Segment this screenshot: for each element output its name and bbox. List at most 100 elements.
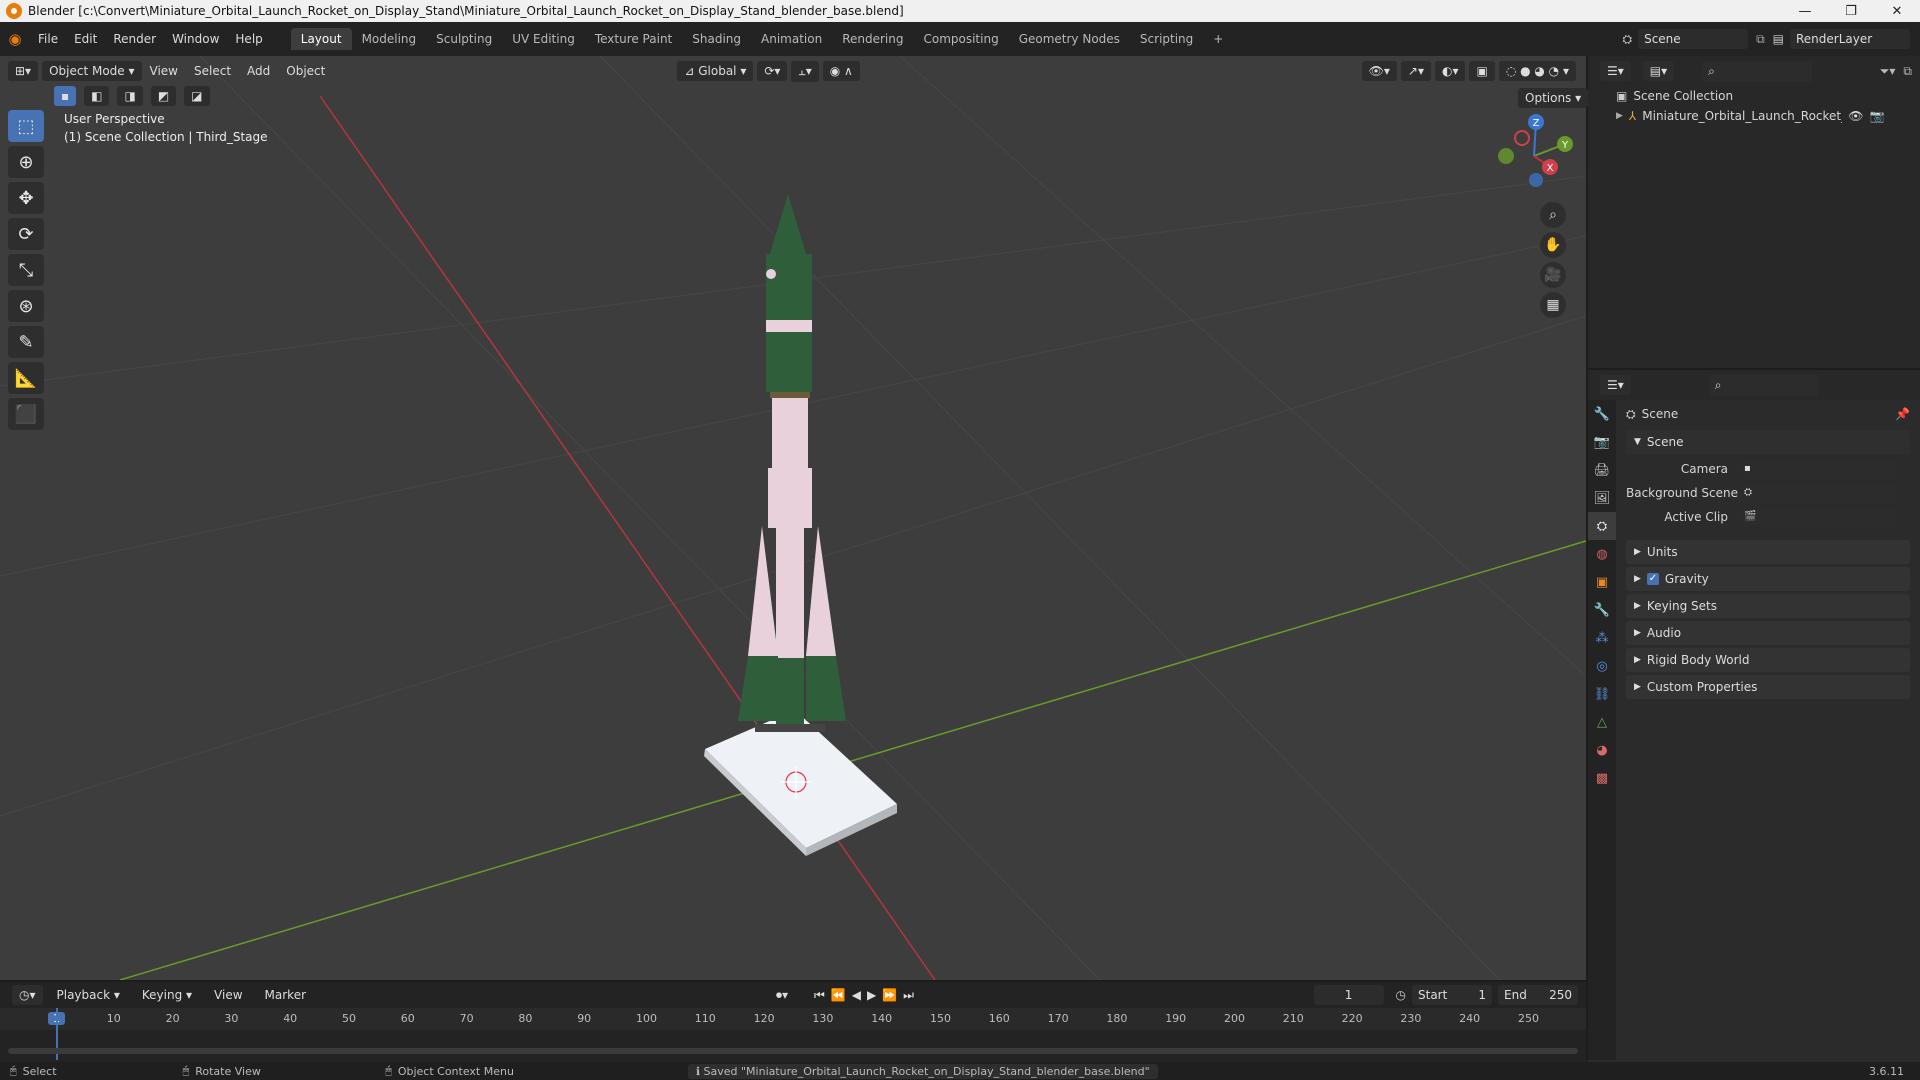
world-tab-icon[interactable]: ◍	[1588, 540, 1616, 568]
frame-ruler[interactable]: 1102030405060708090100110120130140150160…	[0, 1008, 1586, 1030]
particles-tab-icon[interactable]: ⁂	[1588, 624, 1616, 652]
gravity-checkbox[interactable]: ✓	[1646, 573, 1659, 585]
tab-shading[interactable]: Shading	[682, 28, 751, 50]
tab-modeling[interactable]: Modeling	[352, 28, 427, 50]
timeline-menu-marker[interactable]: Marker	[257, 988, 314, 1002]
pin-icon[interactable]: 📌	[1895, 407, 1910, 421]
transform-orientation-dropdown[interactable]: ⊿ Global ▾	[677, 61, 754, 81]
outliner-item-row[interactable]: ▶ ⅄ Miniature_Orbital_Launch_Rocket_on_D…	[1588, 106, 1920, 126]
select-subtract-icon[interactable]: ◨	[117, 86, 143, 106]
rotate-tool-icon[interactable]: ⟳	[8, 218, 44, 250]
tab-texture-paint[interactable]: Texture Paint	[585, 28, 682, 50]
expand-arrow-icon[interactable]: ▶	[1616, 111, 1623, 121]
physics-tab-icon[interactable]: ◎	[1588, 652, 1616, 680]
select-new-icon[interactable]: ▪	[54, 86, 77, 106]
proportional-edit-icon[interactable]: ◉ ∧	[822, 61, 860, 81]
render-camera-icon[interactable]: 📷	[1870, 109, 1885, 123]
transform-tool-icon[interactable]: ⊛	[8, 290, 44, 322]
pivot-point-icon[interactable]: ⟳▾	[757, 61, 788, 81]
blender-menu-icon[interactable]: ◉	[0, 30, 30, 48]
menu-file[interactable]: File	[30, 32, 66, 46]
scene-icon[interactable]: ⛭	[1622, 32, 1632, 47]
3d-viewport[interactable]	[0, 56, 1586, 980]
menu-help[interactable]: Help	[227, 32, 270, 46]
add-cube-tool-icon[interactable]: ⬛	[8, 398, 44, 430]
tab-geometry-nodes[interactable]: Geometry Nodes	[1009, 28, 1130, 50]
camera-view-icon[interactable]: 🎥	[1540, 262, 1566, 288]
outliner-search-icon[interactable]: ⌕	[1702, 60, 1813, 82]
scene-panel-header[interactable]: ▼ Scene	[1626, 430, 1910, 454]
material-tab-icon[interactable]: ◕	[1588, 736, 1616, 764]
outliner-editor-icon[interactable]: ☰▾	[1600, 61, 1631, 81]
renderlayer-field[interactable]: RenderLayer	[1790, 29, 1910, 49]
options-button[interactable]: Options ▾	[1518, 88, 1589, 108]
menu-render[interactable]: Render	[105, 32, 164, 46]
properties-search-icon[interactable]: ⌕	[1708, 374, 1819, 396]
zoom-icon[interactable]: ⌕	[1540, 202, 1566, 228]
select-intersect-icon[interactable]: ◪	[184, 86, 210, 106]
outliner-display-icon[interactable]: ▤▾	[1642, 61, 1675, 81]
render-tab-icon[interactable]: 📷	[1588, 428, 1616, 456]
vp-menu-object[interactable]: Object	[278, 64, 333, 78]
record-icon[interactable]: ⏺▾	[776, 988, 788, 1003]
timeline-menu-view[interactable]: View	[206, 988, 250, 1002]
visibility-icon[interactable]: 👁▾	[1361, 61, 1397, 81]
select-extend-icon[interactable]: ◧	[84, 86, 110, 106]
move-tool-icon[interactable]: ✥	[8, 182, 44, 214]
timeline-scrollbar[interactable]	[8, 1048, 1578, 1054]
output-tab-icon[interactable]: 🖨	[1588, 456, 1616, 484]
add-workspace-button[interactable]: +	[1203, 28, 1233, 50]
use-preview-range-icon[interactable]: ◷	[1396, 988, 1406, 1002]
panel-audio[interactable]: ▶ Audio	[1626, 621, 1910, 645]
close-button[interactable]: ✕	[1874, 4, 1920, 19]
select-box-tool-icon[interactable]: ⬚	[8, 110, 44, 142]
current-frame-field[interactable]: 1	[1313, 985, 1384, 1005]
scene-tab-icon[interactable]: ⛭	[1588, 512, 1616, 540]
vp-menu-select[interactable]: Select	[186, 64, 239, 78]
gizmo-toggle-icon[interactable]: ↗▾	[1400, 61, 1431, 81]
tab-layout[interactable]: Layout	[290, 28, 352, 50]
xray-icon[interactable]: ▣	[1469, 61, 1495, 81]
view-layer-tab-icon[interactable]: 🖼	[1588, 484, 1616, 512]
object-mode-dropdown[interactable]: Object Mode ▾	[42, 61, 142, 81]
tab-uv-editing[interactable]: UV Editing	[502, 28, 585, 50]
start-frame-field[interactable]: Start 1	[1412, 985, 1492, 1005]
panel-rigid-body-world[interactable]: ▶ Rigid Body World	[1626, 648, 1910, 672]
snap-icon[interactable]: ⫠▾	[791, 60, 819, 82]
properties-editor-icon[interactable]: ☰▾	[1600, 375, 1631, 395]
end-frame-field[interactable]: End 250	[1498, 985, 1578, 1005]
active-clip-field[interactable]: 🎬	[1738, 508, 1898, 526]
camera-field[interactable]: ▪	[1738, 460, 1898, 478]
menu-window[interactable]: Window	[164, 32, 227, 46]
measure-tool-icon[interactable]: 📐	[8, 362, 44, 394]
minimize-button[interactable]: —	[1782, 4, 1828, 19]
scale-tool-icon[interactable]: ⤡	[8, 254, 44, 286]
outliner-root-row[interactable]: ▣ Scene Collection	[1588, 86, 1920, 106]
pan-hand-icon[interactable]: ✋	[1540, 232, 1566, 258]
outliner-filter-icon[interactable]: ⏷▾	[1880, 64, 1896, 79]
playback-controls-icon[interactable]: ⏮⏪◀▶⏩⏭	[814, 988, 920, 1003]
vp-menu-view[interactable]: View	[142, 64, 186, 78]
timeline-menu-keying[interactable]: Keying ▾	[134, 988, 200, 1002]
data-tab-icon[interactable]: △	[1588, 708, 1616, 736]
renderlayer-icon[interactable]: ▤	[1773, 32, 1784, 46]
shading-modes-icon[interactable]: ◌ ● ◕ ◔ ▾	[1498, 61, 1576, 81]
tab-rendering[interactable]: Rendering	[832, 28, 913, 50]
new-scene-icon[interactable]: ⧉	[1756, 32, 1765, 47]
new-collection-icon[interactable]: ⧉	[1903, 64, 1912, 79]
tab-sculpting[interactable]: Sculpting	[426, 28, 502, 50]
axis-gizmo[interactable]: Z Y X	[1490, 110, 1580, 200]
annotate-tool-icon[interactable]: ✎	[8, 326, 44, 358]
texture-tab-icon[interactable]: ▩	[1588, 764, 1616, 792]
cursor-tool-icon[interactable]: ⊕	[8, 146, 44, 178]
maximize-button[interactable]: ❐	[1828, 4, 1874, 19]
tool-tab-icon[interactable]: 🔧	[1588, 400, 1616, 428]
overlay-toggle-icon[interactable]: ◐▾	[1434, 61, 1466, 81]
tab-animation[interactable]: Animation	[751, 28, 832, 50]
scene-field[interactable]: Scene	[1638, 29, 1749, 49]
panel-custom-properties[interactable]: ▶ Custom Properties	[1626, 675, 1910, 699]
select-invert-icon[interactable]: ◩	[150, 86, 177, 106]
panel-keying-sets[interactable]: ▶ Keying Sets	[1626, 594, 1910, 618]
visibility-eye-icon[interactable]: 👁	[1848, 109, 1863, 123]
panel-units[interactable]: ▶ Units	[1626, 540, 1910, 564]
